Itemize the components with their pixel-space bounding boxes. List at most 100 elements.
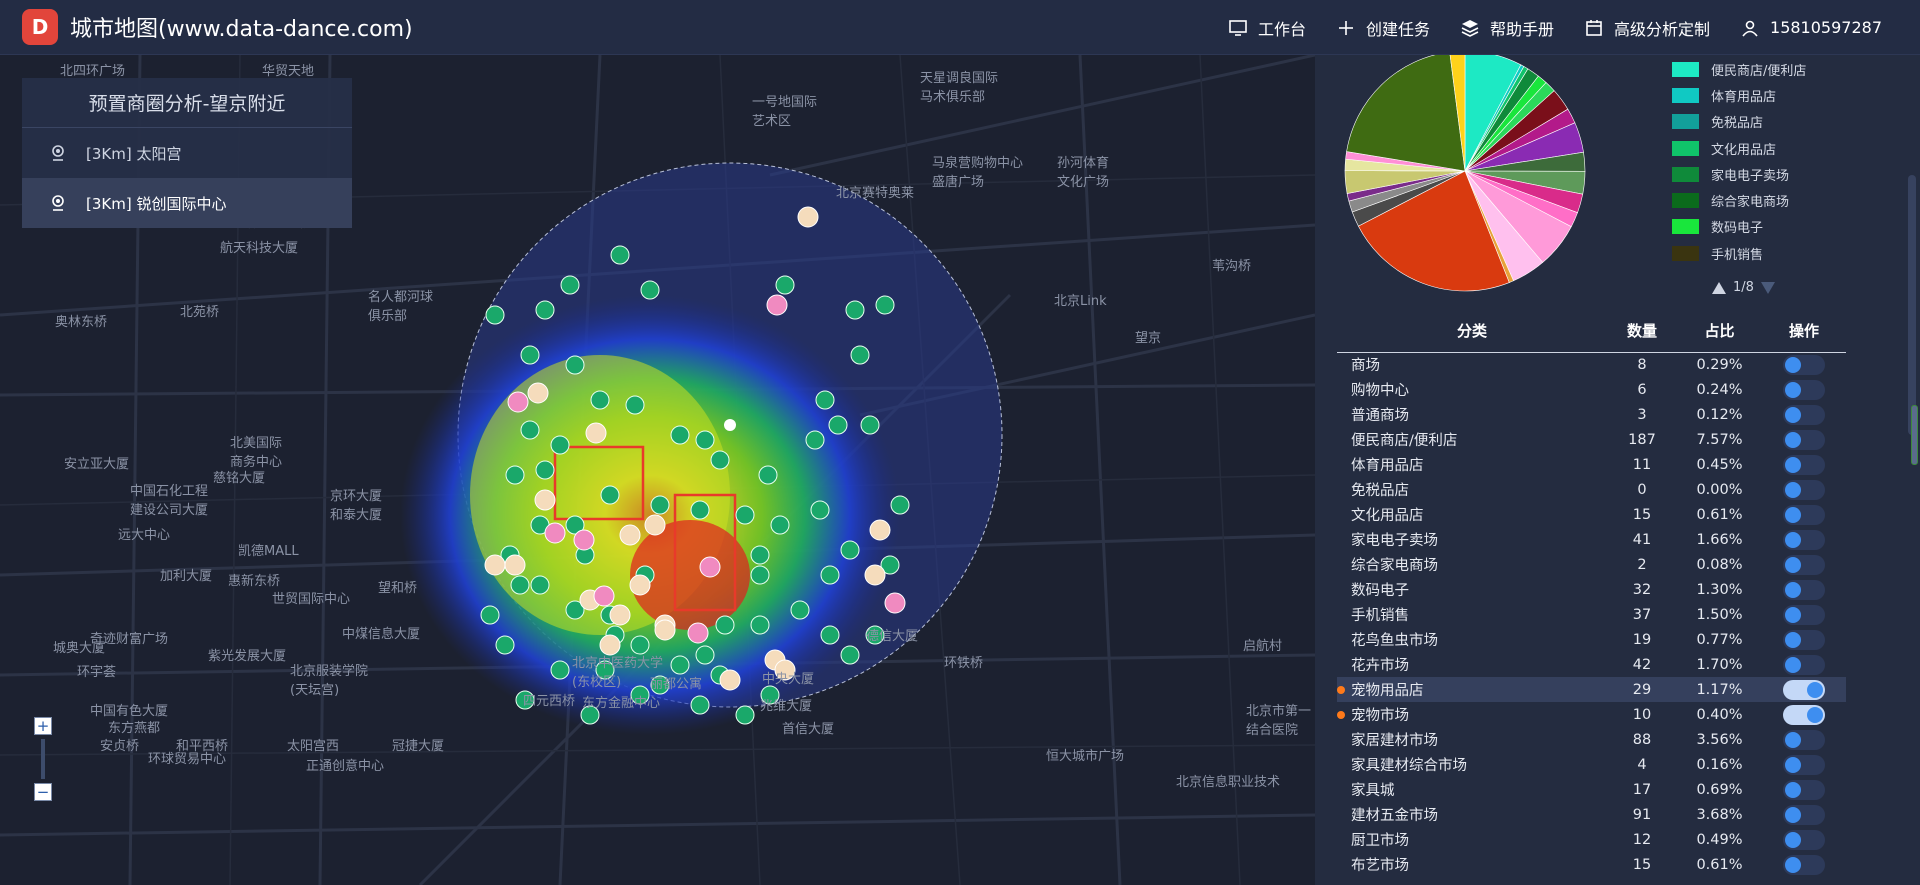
- layer-toggle[interactable]: [1783, 679, 1825, 700]
- map-label: 京环大厦 和泰大厦: [330, 489, 383, 523]
- layer-toggle[interactable]: [1783, 629, 1825, 650]
- layer-toggle[interactable]: [1783, 604, 1825, 625]
- legend-item[interactable]: 免税品店: [1672, 109, 1872, 135]
- table-header-row: 分类 数量 占比 操作: [1337, 310, 1846, 353]
- map-label: 北京市第一 结合医院: [1246, 704, 1312, 738]
- legend-item[interactable]: 家电电子卖场: [1672, 161, 1872, 187]
- zoom-out-button[interactable]: −: [34, 783, 52, 801]
- map-label: 苇沟桥: [1212, 259, 1252, 274]
- legend-swatch: [1672, 245, 1699, 261]
- layer-toggle[interactable]: [1783, 754, 1825, 775]
- layer-toggle[interactable]: [1783, 579, 1825, 600]
- map-label: 奥林东桥: [55, 315, 108, 330]
- panel-item-label: [3Km] 太阳宫: [86, 144, 182, 163]
- nav-help[interactable]: 帮助手册: [1460, 16, 1554, 40]
- map-label: 丽都公寓: [650, 677, 703, 692]
- row-category: 家具建材综合市场: [1337, 752, 1607, 777]
- layer-toggle[interactable]: [1783, 854, 1825, 875]
- nav-create-task[interactable]: 创建任务: [1336, 16, 1430, 40]
- layer-toggle[interactable]: [1783, 779, 1825, 800]
- map-label: 首信大厦: [782, 722, 835, 737]
- layer-toggle[interactable]: [1783, 554, 1825, 575]
- map-label: 北美国际 商务中心: [230, 436, 283, 470]
- row-count: 15: [1632, 506, 1652, 523]
- map-label: 安贞桥: [100, 739, 140, 754]
- layer-toggle[interactable]: [1783, 404, 1825, 425]
- legend-label: 文化用品店: [1711, 142, 1777, 158]
- row-action: [1762, 652, 1846, 677]
- table-row: 数码电子 32 1.30%: [1337, 577, 1846, 602]
- page-down-icon[interactable]: [1760, 281, 1776, 295]
- map-label: 马泉营购物中心 盛唐广场: [932, 156, 1024, 190]
- map-label: 华贸天地: [262, 64, 315, 79]
- pie-slice[interactable]: [1346, 55, 1466, 172]
- row-action: [1762, 827, 1846, 852]
- app-logo[interactable]: D: [22, 9, 58, 45]
- row-count: 41: [1632, 531, 1652, 548]
- layer-toggle[interactable]: [1783, 479, 1825, 500]
- row-count: 19: [1632, 631, 1652, 648]
- layer-toggle[interactable]: [1783, 354, 1825, 375]
- legend-item[interactable]: 数码电子: [1672, 214, 1872, 240]
- layer-toggle[interactable]: [1783, 654, 1825, 675]
- row-action: [1762, 402, 1846, 427]
- map-label: 凯德MALL: [238, 544, 299, 559]
- row-category: 手机销售: [1337, 602, 1607, 627]
- nav-advanced-label: 高级分析定制: [1614, 19, 1711, 39]
- row-count: 29: [1607, 677, 1677, 702]
- layer-toggle[interactable]: [1783, 704, 1825, 725]
- location-pin-icon: [52, 145, 64, 161]
- row-percent: 7.57%: [1696, 431, 1743, 448]
- legend-swatch: [1672, 114, 1699, 130]
- layer-toggle[interactable]: [1783, 729, 1825, 750]
- layer-toggle[interactable]: [1783, 804, 1825, 825]
- row-category: 布艺市场: [1337, 852, 1607, 877]
- table-row: 家居建材市场 88 3.56%: [1337, 727, 1846, 752]
- layer-toggle[interactable]: [1783, 529, 1825, 550]
- nav-advanced[interactable]: 高级分析定制: [1584, 16, 1710, 40]
- layer-toggle[interactable]: [1783, 829, 1825, 850]
- map-label: 环宇荟: [77, 665, 117, 680]
- nav-workbench[interactable]: 工作台: [1228, 16, 1306, 40]
- page-up-icon[interactable]: [1711, 281, 1727, 295]
- map-label: 孙河体育 文化广场: [1057, 156, 1110, 190]
- row-category: 体育用品店: [1337, 452, 1607, 477]
- map-label: 惠新东桥: [228, 574, 281, 589]
- map-label: 德信大厦: [866, 629, 919, 644]
- row-count: 8: [1637, 356, 1647, 373]
- zoom-in-button[interactable]: +: [34, 717, 52, 735]
- legend-item[interactable]: 文化用品店: [1672, 135, 1872, 161]
- panel-item-ruichuang[interactable]: [3Km] 锐创国际中心: [22, 178, 352, 228]
- layer-toggle[interactable]: [1783, 379, 1825, 400]
- row-category: 综合家电商场: [1337, 552, 1607, 577]
- legend-label: 手机销售: [1711, 247, 1764, 263]
- scroll-thumb[interactable]: [1911, 405, 1918, 465]
- table-row: 家具城 17 0.69%: [1337, 777, 1846, 802]
- panel-item-taiyanggong[interactable]: [3Km] 太阳宫: [22, 128, 352, 178]
- sidebar-scrollbar[interactable]: [1908, 175, 1916, 435]
- map-label: 中国石化工程 建设公司大厦: [130, 484, 209, 518]
- row-category-label: 商场: [1351, 358, 1380, 375]
- legend-item[interactable]: 便民商店/便利店: [1672, 56, 1872, 82]
- map-label: 冠捷大厦: [392, 739, 445, 754]
- legend-item[interactable]: 综合家电商场: [1672, 187, 1872, 213]
- layer-toggle[interactable]: [1783, 454, 1825, 475]
- map-label: 中煤信息大厦: [342, 627, 421, 642]
- map-label: 环球贸易中心: [148, 752, 227, 767]
- legend-label: 免税品店: [1711, 116, 1764, 132]
- zoom-slider[interactable]: [41, 739, 45, 779]
- row-category: 厨卫市场: [1337, 827, 1607, 852]
- layer-toggle[interactable]: [1783, 504, 1825, 525]
- row-category-label: 购物中心: [1351, 383, 1409, 399]
- legend-item[interactable]: 体育用品店: [1672, 82, 1872, 108]
- map-label: 北四环广场: [60, 64, 126, 79]
- map-label: 太阳宫西: [287, 739, 340, 754]
- legend-swatch: [1672, 193, 1699, 209]
- nav-user[interactable]: 15810597287: [1740, 18, 1882, 38]
- table-row: 购物中心 6 0.24%: [1337, 377, 1846, 402]
- table-row: 手机销售 37 1.50%: [1337, 602, 1846, 627]
- layer-toggle[interactable]: [1783, 429, 1825, 450]
- legend-item[interactable]: 手机销售: [1672, 240, 1872, 266]
- table-row: 宠物用品店 29 1.17%: [1337, 677, 1846, 702]
- row-percent: 3.56%: [1696, 731, 1743, 748]
